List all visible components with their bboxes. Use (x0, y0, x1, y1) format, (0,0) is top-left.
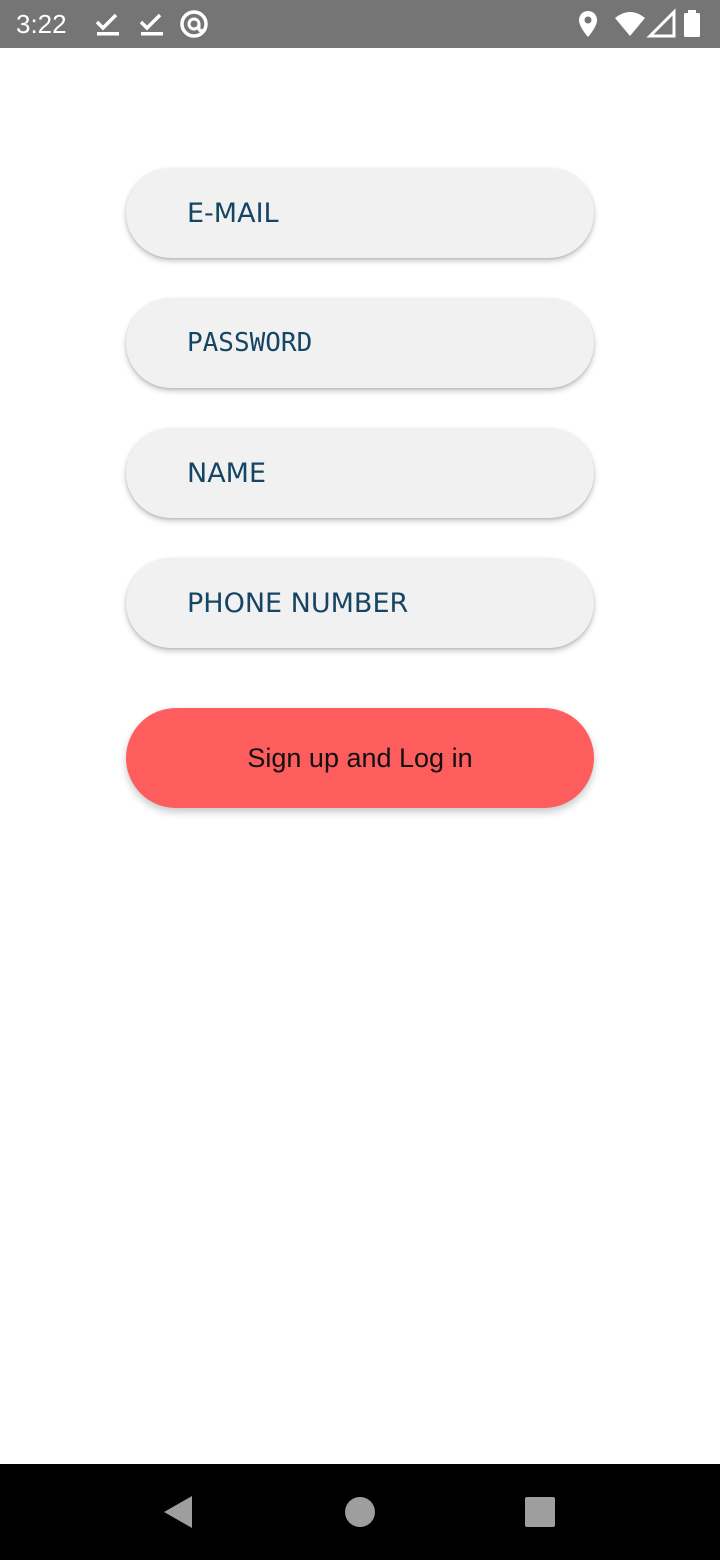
email-field-container (126, 168, 594, 258)
home-icon[interactable] (340, 1492, 380, 1532)
phone-input[interactable] (126, 558, 594, 648)
password-field-container (126, 298, 594, 388)
location-icon (572, 8, 604, 40)
check-download-icon (92, 8, 124, 40)
signal-icon (646, 8, 678, 40)
status-time: 3:22 (16, 9, 67, 39)
name-input[interactable] (126, 428, 594, 518)
email-input[interactable] (126, 168, 594, 258)
phone-field-container (126, 558, 594, 648)
battery-icon (680, 8, 704, 40)
check-download-icon (136, 8, 168, 40)
name-field-container (126, 428, 594, 518)
back-icon[interactable] (160, 1492, 200, 1532)
navigation-bar (0, 1464, 720, 1560)
recents-icon[interactable] (520, 1492, 560, 1532)
status-bar: 3:22 (0, 0, 720, 48)
password-input[interactable] (126, 298, 594, 388)
at-sign-icon (178, 8, 210, 40)
signup-login-button[interactable]: Sign up and Log in (126, 708, 594, 808)
wifi-icon (614, 8, 646, 40)
